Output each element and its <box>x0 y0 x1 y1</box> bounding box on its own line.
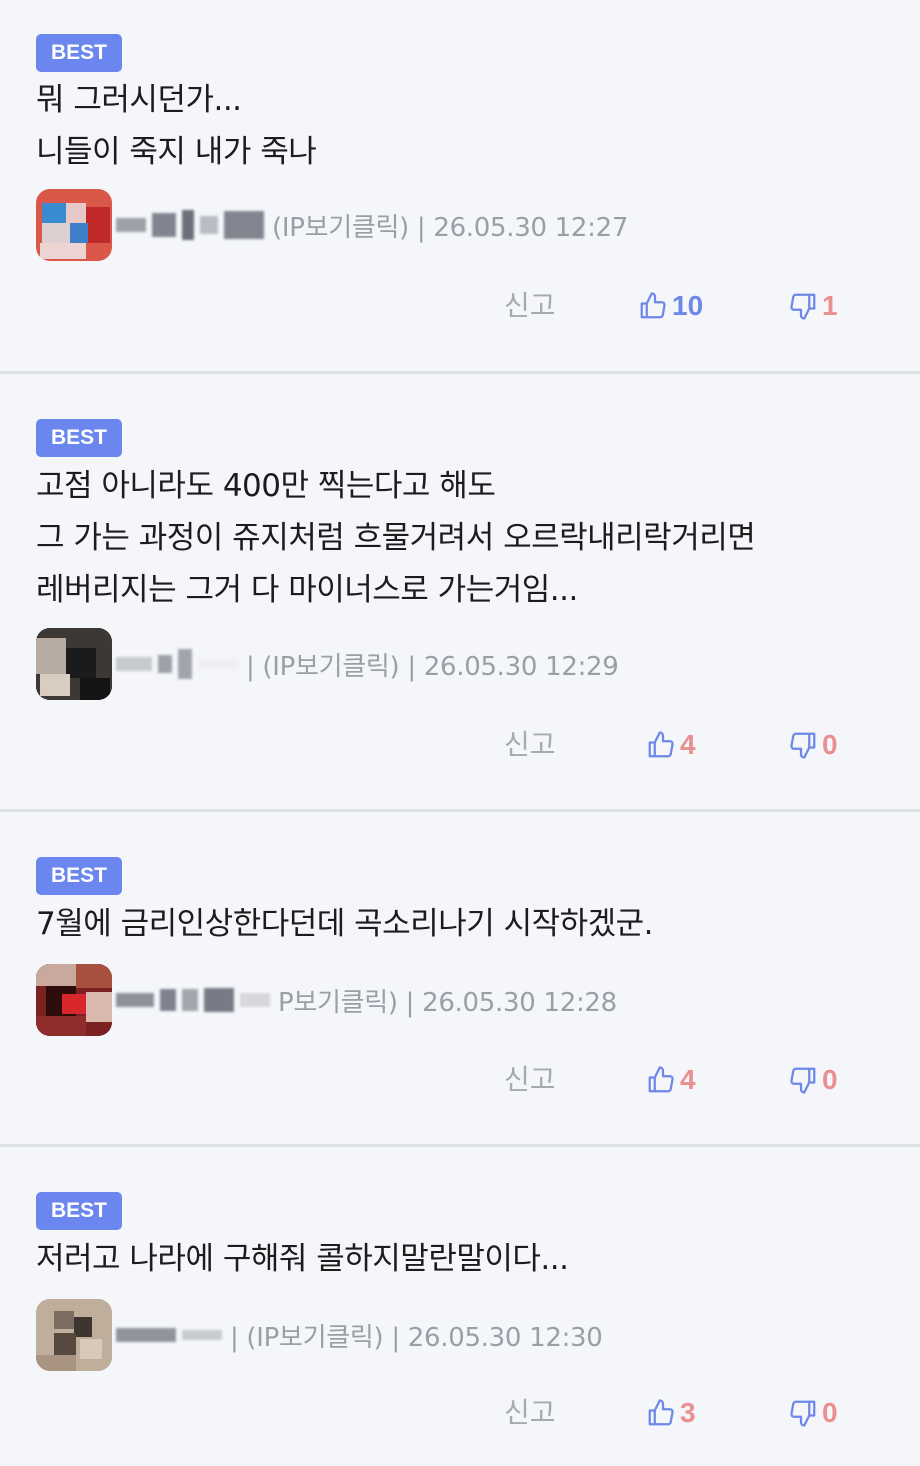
like-count: 3 <box>680 1397 696 1428</box>
best-badge: BEST <box>36 857 122 895</box>
comment-item: BEST 저러고 나라에 구해줘 콜하지말란말이다... | (IP보기클릭) … <box>0 1147 920 1466</box>
thumbs-down-icon <box>790 1400 816 1427</box>
comment-timestamp: 26.05.30 12:28 <box>422 987 617 1018</box>
comment-line: 그 가는 과정이 쥬지처럼 흐물거려서 오르락내리락거리면 <box>36 520 756 556</box>
thumbs-up-icon <box>648 731 674 758</box>
comment-actions: 신고 4 0 <box>0 720 920 770</box>
comment-item: BEST 고점 아니라도 400만 찍는다고 해도 그 가는 과정이 쥬지처럼 … <box>0 374 920 812</box>
comment-actions: 신고 3 0 <box>0 1388 920 1438</box>
comment-meta: | (IP보기클릭) | 26.05.30 12:30 <box>36 1297 603 1373</box>
report-button[interactable]: 신고 <box>504 281 556 331</box>
like-count: 10 <box>672 290 704 321</box>
like-count: 4 <box>680 1064 696 1095</box>
comment-line: 니들이 죽지 내가 죽나 <box>36 134 317 170</box>
comment-item: BEST 7월에 금리인상한다던데 곡소리나기 시작하겠군. P보기클릭) | … <box>0 812 920 1147</box>
comment-actions: 신고 10 1 <box>0 281 920 331</box>
comment-text: 뭐 그러시던가... 니들이 죽지 내가 죽나 <box>36 74 900 178</box>
dislike-button[interactable]: 0 <box>788 1055 838 1105</box>
best-badge: BEST <box>36 1192 122 1230</box>
best-badge: BEST <box>36 419 122 457</box>
comment-actions: 신고 4 0 <box>0 1055 920 1105</box>
ip-view-link[interactable]: | (IP보기클릭) <box>230 1323 384 1353</box>
blurred-nickname <box>116 988 270 1012</box>
blurred-nickname <box>116 1328 222 1342</box>
thumbs-down-icon <box>790 732 816 759</box>
meta-separator: | <box>407 651 416 682</box>
thumbs-down-icon <box>790 1067 816 1094</box>
thumbs-down-icon <box>790 293 816 320</box>
avatar[interactable] <box>36 964 112 1036</box>
ip-view-link[interactable]: (IP보기클릭) <box>272 213 409 243</box>
meta-separator: | <box>416 212 426 243</box>
like-button[interactable]: 4 <box>646 720 696 770</box>
thumbs-up-icon <box>640 292 666 319</box>
dislike-count: 1 <box>822 290 838 321</box>
avatar[interactable] <box>36 628 112 700</box>
blurred-nickname <box>116 649 238 679</box>
comment-item: BEST 뭐 그러시던가... 니들이 죽지 내가 죽나 (IP보기클릭) | … <box>0 0 920 374</box>
dislike-count: 0 <box>822 1397 838 1428</box>
thumbs-up-icon <box>648 1399 674 1426</box>
like-button[interactable]: 3 <box>646 1388 696 1438</box>
report-button[interactable]: 신고 <box>504 1388 556 1438</box>
like-count: 4 <box>680 729 696 760</box>
comment-line: 7월에 금리인상한다던데 곡소리나기 시작하겠군. <box>36 906 654 942</box>
report-button[interactable]: 신고 <box>504 1055 556 1105</box>
comment-meta: | (IP보기클릭) | 26.05.30 12:29 <box>36 626 619 702</box>
like-button[interactable]: 4 <box>646 1055 696 1105</box>
avatar[interactable] <box>36 189 112 261</box>
comment-meta: P보기클릭) | 26.05.30 12:28 <box>36 962 617 1038</box>
blurred-nickname <box>116 210 264 240</box>
comment-meta: (IP보기클릭) | 26.05.30 12:27 <box>36 187 628 263</box>
report-button[interactable]: 신고 <box>504 720 556 770</box>
comment-text: 저러고 나라에 구해줘 콜하지말란말이다... <box>36 1233 900 1285</box>
meta-separator: | <box>391 1322 400 1353</box>
dislike-count: 0 <box>822 729 838 760</box>
comment-text: 7월에 금리인상한다던데 곡소리나기 시작하겠군. <box>36 898 900 950</box>
comment-timestamp: 26.05.30 12:30 <box>407 1322 603 1353</box>
best-badge: BEST <box>36 34 122 72</box>
comment-line: 뭐 그러시던가... <box>36 82 242 118</box>
meta-separator: | <box>405 987 415 1018</box>
comment-timestamp: 26.05.30 12:29 <box>423 651 619 682</box>
comment-timestamp: 26.05.30 12:27 <box>433 212 629 243</box>
dislike-button[interactable]: 0 <box>788 1388 838 1438</box>
thumbs-up-icon <box>648 1066 674 1093</box>
like-button[interactable]: 10 <box>638 281 703 331</box>
dislike-button[interactable]: 0 <box>788 720 838 770</box>
comment-line: 고점 아니라도 400만 찍는다고 해도 <box>36 468 496 504</box>
comment-text: 고점 아니라도 400만 찍는다고 해도 그 가는 과정이 쥬지처럼 흐물거려서… <box>36 460 900 616</box>
comment-line: 저러고 나라에 구해줘 콜하지말란말이다... <box>36 1241 569 1277</box>
ip-view-link[interactable]: | (IP보기클릭) <box>246 652 400 682</box>
dislike-count: 0 <box>822 1064 838 1095</box>
avatar[interactable] <box>36 1299 112 1371</box>
comment-line: 레버리지는 그거 다 마이너스로 가는거임... <box>36 572 578 608</box>
dislike-button[interactable]: 1 <box>788 281 838 331</box>
ip-view-link[interactable]: P보기클릭) <box>278 988 398 1018</box>
